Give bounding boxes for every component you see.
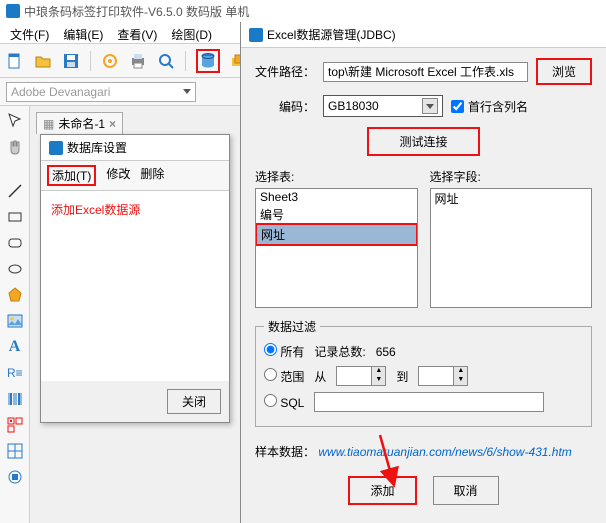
preview-icon[interactable] bbox=[157, 52, 175, 70]
jdbc-title: Excel数据源管理(JDBC) bbox=[267, 26, 396, 43]
document-window: ▦ 未命名-1 × bbox=[36, 112, 231, 134]
from-spinner[interactable]: ▲▼ bbox=[336, 366, 386, 386]
field-listbox[interactable]: 网址 bbox=[430, 188, 593, 308]
db-close-button[interactable]: 关闭 bbox=[167, 389, 221, 414]
ellipse-icon[interactable] bbox=[6, 260, 24, 278]
filter-legend: 数据过滤 bbox=[264, 318, 320, 335]
database-icon[interactable] bbox=[199, 52, 217, 70]
font-select[interactable]: Adobe Devanagari bbox=[6, 82, 196, 102]
app-icon bbox=[249, 28, 263, 42]
print-icon[interactable] bbox=[129, 52, 147, 70]
db-dialog-footer: 关闭 bbox=[41, 381, 229, 422]
barcode-icon[interactable] bbox=[6, 390, 24, 408]
encoding-value: GB18030 bbox=[328, 99, 379, 113]
doc-icon: ▦ bbox=[43, 117, 54, 131]
database-settings-dialog: 数据库设置 添加(T) 修改 删除 添加Excel数据源 关闭 bbox=[40, 134, 230, 423]
app-icon bbox=[6, 4, 20, 18]
chevron-down-icon bbox=[183, 89, 191, 94]
firstrow-label: 首行含列名 bbox=[468, 98, 528, 115]
from-label: 从 bbox=[314, 368, 326, 385]
db-delete-button[interactable]: 删除 bbox=[140, 165, 164, 186]
count-label: 记录总数: bbox=[314, 343, 365, 360]
pointer-icon[interactable] bbox=[6, 112, 24, 130]
ok-button[interactable]: 添加 bbox=[348, 476, 416, 505]
db-modify-button[interactable]: 修改 bbox=[106, 165, 130, 186]
radio-range[interactable]: 范围 bbox=[264, 368, 304, 385]
image-icon[interactable] bbox=[6, 312, 24, 330]
chevron-down-icon bbox=[422, 98, 438, 114]
open-icon[interactable] bbox=[34, 52, 52, 70]
to-label: 到 bbox=[396, 368, 408, 385]
to-spinner[interactable]: ▲▼ bbox=[418, 366, 468, 386]
app-titlebar: 中琅条码标签打印软件-V6.5.0 数码版 单机 bbox=[0, 0, 606, 22]
db-dialog-toolbar: 添加(T) 修改 删除 bbox=[41, 161, 229, 191]
menu-file[interactable]: 文件(F) bbox=[4, 24, 55, 41]
list-item-selected[interactable]: 网址 bbox=[255, 223, 418, 246]
font-name: Adobe Devanagari bbox=[11, 85, 110, 99]
menu-edit[interactable]: 编辑(E) bbox=[57, 24, 109, 41]
encoding-label: 编码： bbox=[255, 98, 315, 115]
test-connection-button[interactable]: 测试连接 bbox=[367, 127, 479, 156]
db-dialog-title: 数据库设置 bbox=[67, 139, 127, 156]
shape-icon[interactable] bbox=[6, 468, 24, 486]
close-icon[interactable]: × bbox=[109, 117, 116, 131]
browse-button[interactable]: 浏览 bbox=[536, 58, 592, 85]
save-icon[interactable] bbox=[62, 52, 80, 70]
doc-title: 未命名-1 bbox=[58, 115, 105, 132]
qr-icon[interactable] bbox=[6, 416, 24, 434]
richtext-icon[interactable]: R≡ bbox=[6, 364, 24, 382]
db-add-button[interactable]: 添加(T) bbox=[47, 165, 96, 186]
select-table-label: 选择表: bbox=[255, 170, 294, 184]
hand-icon[interactable] bbox=[6, 138, 24, 156]
sample-link[interactable]: www.tiaomaruanjian.com/news/6/show-431.h… bbox=[318, 445, 571, 459]
menu-view[interactable]: 查看(V) bbox=[111, 24, 163, 41]
app-icon bbox=[49, 141, 63, 155]
db-dialog-body: 添加Excel数据源 bbox=[41, 191, 229, 381]
tool-sidebar: A R≡ bbox=[0, 106, 30, 523]
polygon-icon[interactable] bbox=[6, 286, 24, 304]
new-icon[interactable] bbox=[6, 52, 24, 70]
svg-text:R≡: R≡ bbox=[7, 366, 23, 380]
text-icon[interactable]: A bbox=[9, 338, 21, 356]
path-input[interactable]: top\新建 Microsoft Excel 工作表.xls bbox=[323, 62, 528, 82]
list-item[interactable]: 网址 bbox=[431, 189, 592, 208]
rect-icon[interactable] bbox=[6, 208, 24, 226]
jdbc-dialog: Excel数据源管理(JDBC) 文件路径： top\新建 Microsoft … bbox=[240, 22, 606, 523]
count-value: 656 bbox=[376, 345, 396, 359]
list-item[interactable]: 编号 bbox=[256, 205, 417, 224]
firstrow-check-input[interactable] bbox=[451, 100, 464, 113]
list-item[interactable]: Sheet3 bbox=[256, 189, 417, 205]
cancel-button[interactable]: 取消 bbox=[433, 476, 499, 505]
db-dialog-titlebar: 数据库设置 bbox=[41, 135, 229, 161]
radio-sql[interactable]: SQL bbox=[264, 394, 304, 410]
encoding-select[interactable]: GB18030 bbox=[323, 95, 443, 117]
line-icon[interactable] bbox=[6, 182, 24, 200]
jdbc-titlebar: Excel数据源管理(JDBC) bbox=[241, 22, 606, 48]
roundrect-icon[interactable] bbox=[6, 234, 24, 252]
radio-all[interactable]: 所有 bbox=[264, 343, 304, 360]
database-button-highlight bbox=[196, 49, 220, 73]
gear-icon[interactable] bbox=[101, 52, 119, 70]
sample-label: 样本数据： bbox=[255, 445, 315, 459]
sample-row: 样本数据： www.tiaomaruanjian.com/news/6/show… bbox=[255, 443, 592, 460]
select-field-label: 选择字段: bbox=[430, 170, 481, 184]
sql-input[interactable] bbox=[314, 392, 544, 412]
grid-icon[interactable] bbox=[6, 442, 24, 460]
firstrow-checkbox[interactable]: 首行含列名 bbox=[451, 98, 528, 115]
document-tab[interactable]: ▦ 未命名-1 × bbox=[36, 112, 123, 134]
db-note: 添加Excel数据源 bbox=[51, 203, 140, 217]
jdbc-body: 文件路径： top\新建 Microsoft Excel 工作表.xls 浏览 … bbox=[241, 48, 606, 505]
data-filter-group: 数据过滤 所有 记录总数: 656 范围 从 ▲▼ 到 ▲▼ SQL bbox=[255, 318, 592, 427]
path-label: 文件路径： bbox=[255, 63, 315, 80]
table-listbox[interactable]: Sheet3 编号 网址 bbox=[255, 188, 418, 308]
app-title: 中琅条码标签打印软件-V6.5.0 数码版 单机 bbox=[24, 3, 249, 20]
menu-draw[interactable]: 绘图(D) bbox=[165, 24, 218, 41]
